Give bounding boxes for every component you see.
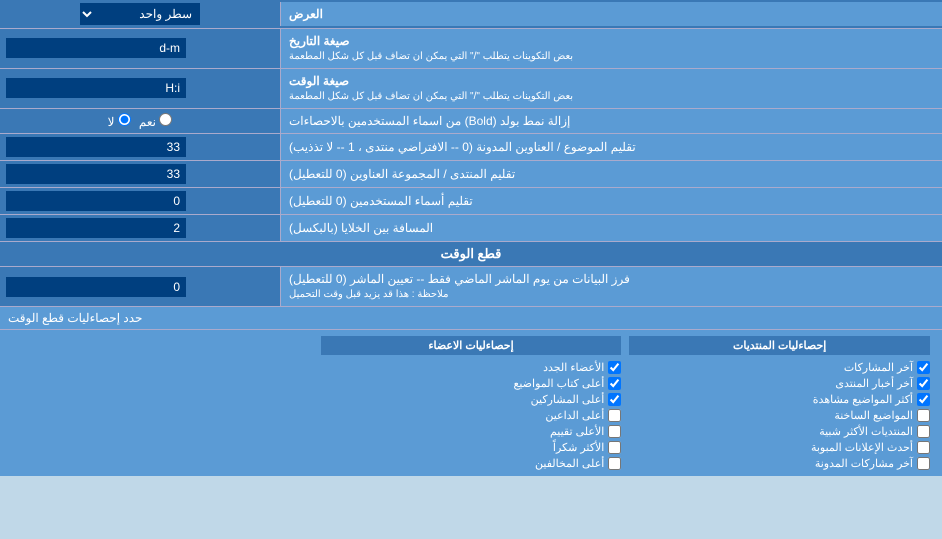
radio-yes[interactable] [159,113,172,126]
topic-titles-label: تقليم الموضوع / العناوين المدونة (0 -- ا… [289,139,636,156]
forum-stats-column: إحصاءليات المنتديات آخر المشاركات آخر أخ… [625,336,934,470]
time-format-input[interactable] [6,78,186,98]
forum-stats-header: إحصاءليات المنتديات [629,336,930,355]
checkbox-blog-posts: آخر مشاركات المدونة [629,457,930,470]
forum-titles-label: تقليم المنتدى / المجموعة العناوين (0 للت… [289,166,515,183]
checkbox-top-rated: الأعلى تقييم [321,425,622,438]
checkbox-most-thanked: الأكثر شكراً [321,441,622,454]
cb-similar-forums[interactable] [917,425,930,438]
topic-titles-input[interactable] [6,137,186,157]
cb-most-thanked[interactable] [608,441,621,454]
cell-distance-label: المسافة بين الخلايا (بالبكسل) [289,220,433,237]
radio-yes-label: نعم [139,113,172,129]
display-dropdown[interactable]: سطر واحدسطرانثلاثة أسطر [80,3,200,25]
limit-row: حدد إحصاءليات قطع الوقت [0,307,942,330]
cb-top-writers[interactable] [608,377,621,390]
date-format-input[interactable] [6,38,186,58]
bold-remove-label: إزالة نمط بولد (Bold) من اسماء المستخدمي… [289,113,570,130]
cell-distance-input[interactable] [6,218,186,238]
user-names-label: تقليم أسماء المستخدمين (0 للتعطيل) [289,193,473,210]
cb-top-participants[interactable] [608,393,621,406]
checkbox-last-posts: آخر المشاركات [629,361,930,374]
time-format-label: صيغة الوقت [289,73,349,90]
cb-top-inviters[interactable] [608,409,621,422]
member-stats-column: إحصاءليات الاعضاء الأعضاء الجدد أعلى كتا… [317,336,626,470]
cb-top-rated[interactable] [608,425,621,438]
cb-forum-news[interactable] [917,377,930,390]
checkbox-similar-forums: المنتديات الأكثر شبية [629,425,930,438]
date-format-desc: بعض التكوينات يتطلب "/" التي يمكن ان تضا… [289,50,573,64]
cb-last-posts[interactable] [917,361,930,374]
member-stats-header: إحصاءليات الاعضاء [321,336,622,355]
checkboxes-section: إحصاءليات المنتديات آخر المشاركات آخر أخ… [0,330,942,476]
date-format-label: صيغة التاريخ [289,33,350,50]
cb-blog-posts[interactable] [917,457,930,470]
checkbox-new-members: الأعضاء الجدد [321,361,622,374]
checkbox-classified-ads: أحدث الإعلانات المبوبة [629,441,930,454]
checkbox-hot-topics: المواضيع الساخنة [629,409,930,422]
fetch-input[interactable] [6,277,186,297]
checkbox-most-viewed: أكثر المواضيع مشاهدة [629,393,930,406]
time-format-desc: بعض التكوينات يتطلب "/" التي يمكن ان تضا… [289,90,573,104]
checkbox-top-inviters: أعلى الداعين [321,409,622,422]
checkbox-forum-news: آخر أخبار المنتدى [629,377,930,390]
cb-most-viewed[interactable] [917,393,930,406]
section-label-display: العرض [289,6,323,23]
limit-label: حدد إحصاءليات قطع الوقت [8,311,142,325]
checkbox-top-violators: أعلى المخالفين [321,457,622,470]
checkbox-top-participants: أعلى المشاركين [321,393,622,406]
cb-top-violators[interactable] [608,457,621,470]
cutoff-section-header: قطع الوقت [0,242,942,267]
radio-no[interactable] [118,113,131,126]
cb-classified-ads[interactable] [917,441,930,454]
checkbox-top-writers: أعلى كتاب المواضيع [321,377,622,390]
cb-hot-topics[interactable] [917,409,930,422]
fetch-label: فرز البيانات من يوم الماشر الماضي فقط --… [289,271,630,288]
empty-column: x [8,336,317,470]
cb-new-members[interactable] [608,361,621,374]
radio-no-label: لا [108,113,131,129]
forum-titles-input[interactable] [6,164,186,184]
fetch-note: ملاحظة : هذا قد يزيد قبل وقت التحميل [289,288,448,302]
user-names-input[interactable] [6,191,186,211]
